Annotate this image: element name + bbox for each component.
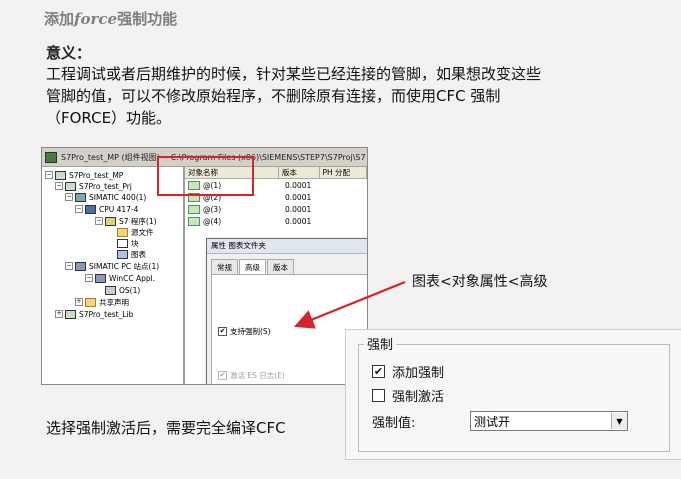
checkbox-icon — [372, 389, 385, 402]
force-value: 测试开 — [474, 414, 511, 429]
compile-note: 选择强制激活后，需要完全编译CFC — [46, 419, 286, 437]
checkmark-icon: ✔ — [372, 365, 385, 378]
force-value-label: 强制值: — [372, 416, 416, 431]
force-group-label: 强制 — [364, 334, 397, 353]
force-value-select[interactable]: 测试开 ▼ — [470, 411, 628, 431]
activate-force-checkbox[interactable]: 强制激活 — [372, 386, 444, 405]
callout-text: 图表<对象属性<高级 — [412, 274, 548, 290]
force-panel: 强制 ✔ 添加强制 强制激活 强制值: 测试开 ▼ — [345, 329, 681, 460]
add-force-checkbox[interactable]: ✔ 添加强制 — [372, 362, 444, 381]
chevron-down-icon[interactable]: ▼ — [611, 413, 627, 429]
